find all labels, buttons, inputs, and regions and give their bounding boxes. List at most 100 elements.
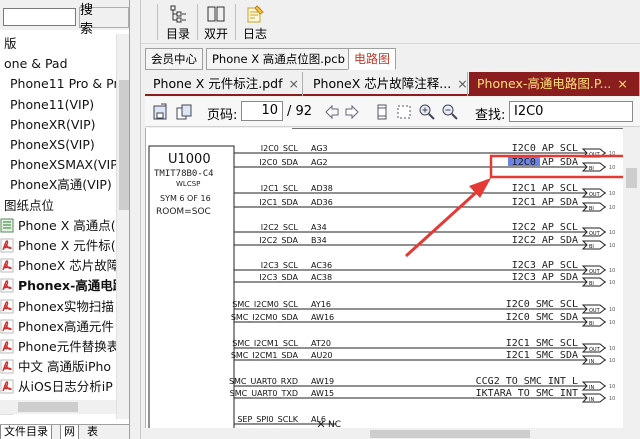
scroll-thumb[interactable] [370,430,530,438]
close-icon[interactable]: × [457,72,467,96]
tree-item[interactable]: Phone元件替换表 [0,337,116,357]
file-tab-component-labels[interactable]: Phone X 元件标注.pdf × [145,72,303,96]
save-icon[interactable] [152,103,170,121]
tree-item-label: Phone11 Pro & Pr [10,76,116,92]
search-input[interactable] [3,8,76,26]
tree-item[interactable]: PhoneX高通(VIP) [0,175,112,195]
file-tab-label: PhoneX 芯片故障注释... [313,76,452,91]
tree-item[interactable]: PhoneXS(VIP) [0,135,95,155]
schematic-drawing: U1000 TMIT78B0-C4 WLCSP SYM 6 OF 16 ROOM… [148,128,623,428]
tab-network[interactable]: 网 [60,425,79,439]
tree-item-label: Phone11(VIP) [10,96,95,112]
file-tab-chip-faults[interactable]: PhoneX 芯片故障注释... × [305,72,468,96]
single-page-icon[interactable] [373,103,391,121]
pin-name: SMC_UART0_TXD [230,389,298,398]
tree-item[interactable]: one & Pad [0,54,68,74]
tab-table[interactable]: 表 [84,425,101,439]
document-tabs: 会员中心 Phone X 高通点位图.pcb 电路图 [141,48,640,70]
port-flag-label: BI [589,281,594,287]
tab-member-center[interactable]: 会员中心 [145,48,203,70]
tree-item[interactable]: 版 [0,34,17,54]
pin-name: I2C3_SCL [261,261,299,270]
tree-item-label: PhoneX高通(VIP) [10,177,112,193]
net-label: IKTARA_TO_SMC_INT [476,388,578,399]
net-label: I2C1_AP_SCL [512,183,578,194]
canvas-horizontal-scrollbar[interactable] [145,428,623,439]
net-label: I2C3_AP_SDA [512,272,578,283]
scroll-thumb[interactable] [626,168,637,188]
pdf-toolbar: 页码: 10 / 92 查找: I2C0 [145,97,640,127]
page-ref: 10 [609,268,615,274]
tab-pcb-file[interactable]: Phone X 高通点位图.pcb [206,48,351,70]
net-label: CCG2_TO_SMC_INT_L [476,376,578,387]
tree-item-label: one & Pad [4,56,68,72]
pin-ball: AU20 [311,351,333,360]
tree-item[interactable]: Phone11(VIP) [0,95,94,115]
net-label: I2C1_AP_SDA [512,197,578,208]
pin-ball: AT20 [311,339,331,348]
port-flag-icon [581,202,606,212]
port-flag-label: BI [589,244,594,250]
prev-page-icon[interactable] [323,103,341,121]
tree-item[interactable]: Phonex-高通电路 [0,276,116,296]
pin-name: SMC_I2CM1_SDA [231,351,299,360]
find-input[interactable]: I2C0 [509,101,633,122]
pin-name: SMC_I2CM0_SCL [232,300,298,309]
port-flag-label: IN [589,385,594,391]
log-button[interactable]: 日志 [240,2,270,42]
page-ref: 10 [609,346,615,352]
tree-item[interactable]: PhoneXSMAX(VIP [0,155,116,175]
pdf-icon [0,319,14,334]
tree-item-label: Phonex-高通电路 [18,278,116,294]
pin-name: I2C3_SDA [259,273,298,282]
tree-item-label: Phone X 元件标( [18,238,116,253]
next-page-icon[interactable] [343,103,361,121]
pin-ball: AC38 [311,273,332,282]
close-icon[interactable]: × [617,72,627,96]
tree-item[interactable]: 图纸点位 [0,196,54,216]
page-ref: 10 [609,191,615,197]
tree-item[interactable]: 从iOS日志分析iP [0,377,113,397]
file-tab-schematic-pdf[interactable]: Phonex-高通电路图.P... × [469,72,640,96]
pin-row: I2C3_SDA AC38 I2C3_AP_SDA BI 10 [234,272,615,287]
main-toolbar: 目录 双开 日志 [141,0,640,44]
sidebar-bottom-tabs: 文件目录 网 表 [0,424,129,439]
tree-item[interactable]: Phonex实物扫描 [0,297,114,317]
tab-schematic[interactable]: 电路图 [348,48,397,70]
sidebar-horizontal-scrollbar[interactable] [0,400,116,414]
tree-item[interactable]: Phone X 元件标( [0,236,116,256]
tree-item[interactable]: 中文 高通版iPho [0,357,111,377]
toolbar-separator [157,4,158,40]
page-ref: 10 [609,165,615,171]
tree-item[interactable]: Phone X 高通点( [0,216,116,236]
port-flag-icon [581,162,606,172]
tree-item[interactable]: Phone11 Pro & Pr [0,74,116,94]
scroll-thumb[interactable] [18,402,78,412]
close-icon[interactable]: × [288,72,298,96]
canvas-vertical-scrollbar[interactable] [623,128,640,428]
tab-file-directory[interactable]: 文件目录 [0,425,52,439]
tree-item-label: Phone X 高通点( [18,217,116,233]
port-flag-label: OUT [589,347,601,353]
zoom-out-icon[interactable] [441,103,459,121]
tree-item[interactable]: Phonex高通元件 [0,317,114,337]
catalog-button[interactable]: 目录 [163,2,193,42]
scroll-thumb[interactable] [119,80,129,210]
pane-splitter[interactable] [131,0,141,439]
pin-ball: AD38 [311,184,333,193]
pin-ball: AC36 [311,261,332,270]
search-button[interactable]: 搜 索 [79,3,129,37]
dual-open-button[interactable]: 双开 [201,2,231,42]
pdf-icon [0,278,14,293]
pin-row: SMC_I2CM1_SDA AU20 I2C1_SMC_SDA IN 10 [231,350,616,365]
copy-icon[interactable] [175,103,193,121]
fit-page-icon[interactable] [395,103,413,121]
schematic-canvas[interactable]: U1000 TMIT78B0-C4 WLCSP SYM 6 OF 16 ROOM… [145,128,623,428]
pin-ball: AG2 [311,158,328,167]
sidebar-vertical-scrollbar[interactable] [116,34,129,419]
page-number-input[interactable]: 10 [241,101,283,121]
tree-item[interactable]: PhoneXR(VIP) [0,115,96,135]
zoom-in-icon[interactable] [418,103,436,121]
tree-item[interactable]: PhoneX 芯片故障 [0,256,116,276]
port-flag-label: BI [589,166,594,172]
